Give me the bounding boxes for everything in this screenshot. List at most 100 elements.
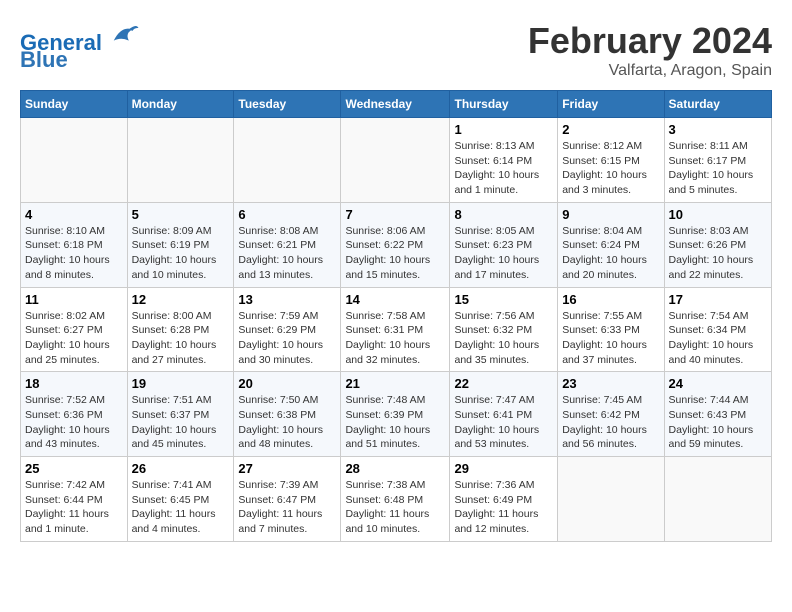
calendar-week-row: 1Sunrise: 8:13 AM Sunset: 6:14 PM Daylig… bbox=[21, 118, 772, 203]
calendar-cell: 17 Sunrise: 7:54 AM Sunset: 6:34 PM Dayli… bbox=[664, 287, 771, 372]
calendar-cell: 12 Sunrise: 8:00 AM Sunset: 6:28 PM Dayli… bbox=[127, 287, 234, 372]
calendar-cell: 14 Sunrise: 7:58 AM Sunset: 6:31 PM Dayli… bbox=[341, 287, 450, 372]
day-number: 27 bbox=[238, 461, 336, 476]
calendar-cell: 20Sunrise: 7:50 AM Sunset: 6:38 PM Dayli… bbox=[234, 372, 341, 457]
day-info: Sunrise: 7:59 AM Sunset: 6:29 PM Dayligh… bbox=[238, 309, 336, 368]
calendar-cell: 25 Sunrise: 7:42 AM Sunset: 6:44 PM Dayli… bbox=[21, 457, 128, 542]
month-title: February 2024 bbox=[528, 20, 772, 62]
logo-bird-icon bbox=[110, 20, 140, 50]
day-info: Sunrise: 7:54 AM Sunset: 6:34 PM Dayligh… bbox=[669, 309, 767, 368]
calendar-week-row: 25 Sunrise: 7:42 AM Sunset: 6:44 PM Dayli… bbox=[21, 457, 772, 542]
day-number: 9 bbox=[562, 207, 659, 222]
weekday-header-monday: Monday bbox=[127, 91, 234, 118]
calendar-cell: 21 Sunrise: 7:48 AM Sunset: 6:39 PM Dayli… bbox=[341, 372, 450, 457]
day-number: 8 bbox=[454, 207, 553, 222]
calendar-header-row: SundayMondayTuesdayWednesdayThursdayFrid… bbox=[21, 91, 772, 118]
day-number: 16 bbox=[562, 292, 659, 307]
calendar-cell: 15 Sunrise: 7:56 AM Sunset: 6:32 PM Dayli… bbox=[450, 287, 558, 372]
calendar-cell: 2 Sunrise: 8:12 AM Sunset: 6:15 PM Daylig… bbox=[558, 118, 664, 203]
calendar-week-row: 4Sunrise: 8:10 AM Sunset: 6:18 PM Daylig… bbox=[21, 202, 772, 287]
day-number: 15 bbox=[454, 292, 553, 307]
weekday-header-friday: Friday bbox=[558, 91, 664, 118]
logo: General Blue bbox=[20, 20, 140, 73]
calendar-cell: 13 Sunrise: 7:59 AM Sunset: 6:29 PM Dayli… bbox=[234, 287, 341, 372]
day-number: 17 bbox=[669, 292, 767, 307]
day-info: Sunrise: 7:41 AM Sunset: 6:45 PM Dayligh… bbox=[132, 478, 230, 537]
day-info: Sunrise: 7:50 AM Sunset: 6:38 PM Dayligh… bbox=[238, 393, 336, 452]
day-number: 29 bbox=[454, 461, 553, 476]
calendar-cell: 5 Sunrise: 8:09 AM Sunset: 6:19 PM Daylig… bbox=[127, 202, 234, 287]
weekday-header-thursday: Thursday bbox=[450, 91, 558, 118]
weekday-header-saturday: Saturday bbox=[664, 91, 771, 118]
calendar-cell: 26Sunrise: 7:41 AM Sunset: 6:45 PM Dayli… bbox=[127, 457, 234, 542]
calendar-cell bbox=[664, 457, 771, 542]
weekday-header-sunday: Sunday bbox=[21, 91, 128, 118]
day-info: Sunrise: 7:39 AM Sunset: 6:47 PM Dayligh… bbox=[238, 478, 336, 537]
calendar-cell: 8 Sunrise: 8:05 AM Sunset: 6:23 PM Daylig… bbox=[450, 202, 558, 287]
calendar-table: SundayMondayTuesdayWednesdayThursdayFrid… bbox=[20, 90, 772, 542]
calendar-cell: 18 Sunrise: 7:52 AM Sunset: 6:36 PM Dayli… bbox=[21, 372, 128, 457]
day-info: Sunrise: 8:00 AM Sunset: 6:28 PM Dayligh… bbox=[132, 309, 230, 368]
day-info: Sunrise: 8:12 AM Sunset: 6:15 PM Dayligh… bbox=[562, 139, 659, 198]
calendar-cell: 7 Sunrise: 8:06 AM Sunset: 6:22 PM Daylig… bbox=[341, 202, 450, 287]
day-info: Sunrise: 8:09 AM Sunset: 6:19 PM Dayligh… bbox=[132, 224, 230, 283]
day-info: Sunrise: 7:45 AM Sunset: 6:42 PM Dayligh… bbox=[562, 393, 659, 452]
day-number: 5 bbox=[132, 207, 230, 222]
day-info: Sunrise: 7:51 AM Sunset: 6:37 PM Dayligh… bbox=[132, 393, 230, 452]
day-info: Sunrise: 7:56 AM Sunset: 6:32 PM Dayligh… bbox=[454, 309, 553, 368]
calendar-cell: 10Sunrise: 8:03 AM Sunset: 6:26 PM Dayli… bbox=[664, 202, 771, 287]
day-number: 1 bbox=[454, 122, 553, 137]
calendar-cell: 28 Sunrise: 7:38 AM Sunset: 6:48 PM Dayli… bbox=[341, 457, 450, 542]
day-number: 11 bbox=[25, 292, 123, 307]
day-number: 19 bbox=[132, 376, 230, 391]
calendar-cell: 29 Sunrise: 7:36 AM Sunset: 6:49 PM Dayli… bbox=[450, 457, 558, 542]
calendar-cell: 24 Sunrise: 7:44 AM Sunset: 6:43 PM Dayli… bbox=[664, 372, 771, 457]
day-number: 24 bbox=[669, 376, 767, 391]
day-info: Sunrise: 7:55 AM Sunset: 6:33 PM Dayligh… bbox=[562, 309, 659, 368]
calendar-cell: 11 Sunrise: 8:02 AM Sunset: 6:27 PM Dayli… bbox=[21, 287, 128, 372]
day-info: Sunrise: 7:47 AM Sunset: 6:41 PM Dayligh… bbox=[454, 393, 553, 452]
calendar-cell bbox=[21, 118, 128, 203]
calendar-cell: 19 Sunrise: 7:51 AM Sunset: 6:37 PM Dayli… bbox=[127, 372, 234, 457]
weekday-header-tuesday: Tuesday bbox=[234, 91, 341, 118]
day-info: Sunrise: 8:02 AM Sunset: 6:27 PM Dayligh… bbox=[25, 309, 123, 368]
calendar-cell bbox=[127, 118, 234, 203]
day-number: 14 bbox=[345, 292, 445, 307]
day-info: Sunrise: 8:04 AM Sunset: 6:24 PM Dayligh… bbox=[562, 224, 659, 283]
day-number: 28 bbox=[345, 461, 445, 476]
day-info: Sunrise: 8:08 AM Sunset: 6:21 PM Dayligh… bbox=[238, 224, 336, 283]
day-info: Sunrise: 7:58 AM Sunset: 6:31 PM Dayligh… bbox=[345, 309, 445, 368]
calendar-cell bbox=[234, 118, 341, 203]
calendar-cell: 9 Sunrise: 8:04 AM Sunset: 6:24 PM Daylig… bbox=[558, 202, 664, 287]
weekday-header-wednesday: Wednesday bbox=[341, 91, 450, 118]
day-info: Sunrise: 7:42 AM Sunset: 6:44 PM Dayligh… bbox=[25, 478, 123, 537]
day-number: 13 bbox=[238, 292, 336, 307]
calendar-cell bbox=[558, 457, 664, 542]
day-number: 12 bbox=[132, 292, 230, 307]
day-info: Sunrise: 8:10 AM Sunset: 6:18 PM Dayligh… bbox=[25, 224, 123, 283]
day-number: 22 bbox=[454, 376, 553, 391]
day-number: 7 bbox=[345, 207, 445, 222]
day-number: 25 bbox=[25, 461, 123, 476]
day-info: Sunrise: 8:03 AM Sunset: 6:26 PM Dayligh… bbox=[669, 224, 767, 283]
day-info: Sunrise: 7:48 AM Sunset: 6:39 PM Dayligh… bbox=[345, 393, 445, 452]
calendar-week-row: 11 Sunrise: 8:02 AM Sunset: 6:27 PM Dayli… bbox=[21, 287, 772, 372]
page-header: General Blue February 2024 Valfarta, Ara… bbox=[20, 20, 772, 80]
calendar-cell: 6 Sunrise: 8:08 AM Sunset: 6:21 PM Daylig… bbox=[234, 202, 341, 287]
day-number: 21 bbox=[345, 376, 445, 391]
day-info: Sunrise: 8:06 AM Sunset: 6:22 PM Dayligh… bbox=[345, 224, 445, 283]
day-number: 6 bbox=[238, 207, 336, 222]
day-info: Sunrise: 7:44 AM Sunset: 6:43 PM Dayligh… bbox=[669, 393, 767, 452]
calendar-cell: 27 Sunrise: 7:39 AM Sunset: 6:47 PM Dayli… bbox=[234, 457, 341, 542]
day-number: 18 bbox=[25, 376, 123, 391]
day-number: 23 bbox=[562, 376, 659, 391]
calendar-cell: 23 Sunrise: 7:45 AM Sunset: 6:42 PM Dayli… bbox=[558, 372, 664, 457]
day-info: Sunrise: 7:36 AM Sunset: 6:49 PM Dayligh… bbox=[454, 478, 553, 537]
day-info: Sunrise: 8:05 AM Sunset: 6:23 PM Dayligh… bbox=[454, 224, 553, 283]
day-info: Sunrise: 7:52 AM Sunset: 6:36 PM Dayligh… bbox=[25, 393, 123, 452]
calendar-cell bbox=[341, 118, 450, 203]
day-number: 2 bbox=[562, 122, 659, 137]
day-info: Sunrise: 7:38 AM Sunset: 6:48 PM Dayligh… bbox=[345, 478, 445, 537]
calendar-cell: 16 Sunrise: 7:55 AM Sunset: 6:33 PM Dayli… bbox=[558, 287, 664, 372]
calendar-cell: 3Sunrise: 8:11 AM Sunset: 6:17 PM Daylig… bbox=[664, 118, 771, 203]
